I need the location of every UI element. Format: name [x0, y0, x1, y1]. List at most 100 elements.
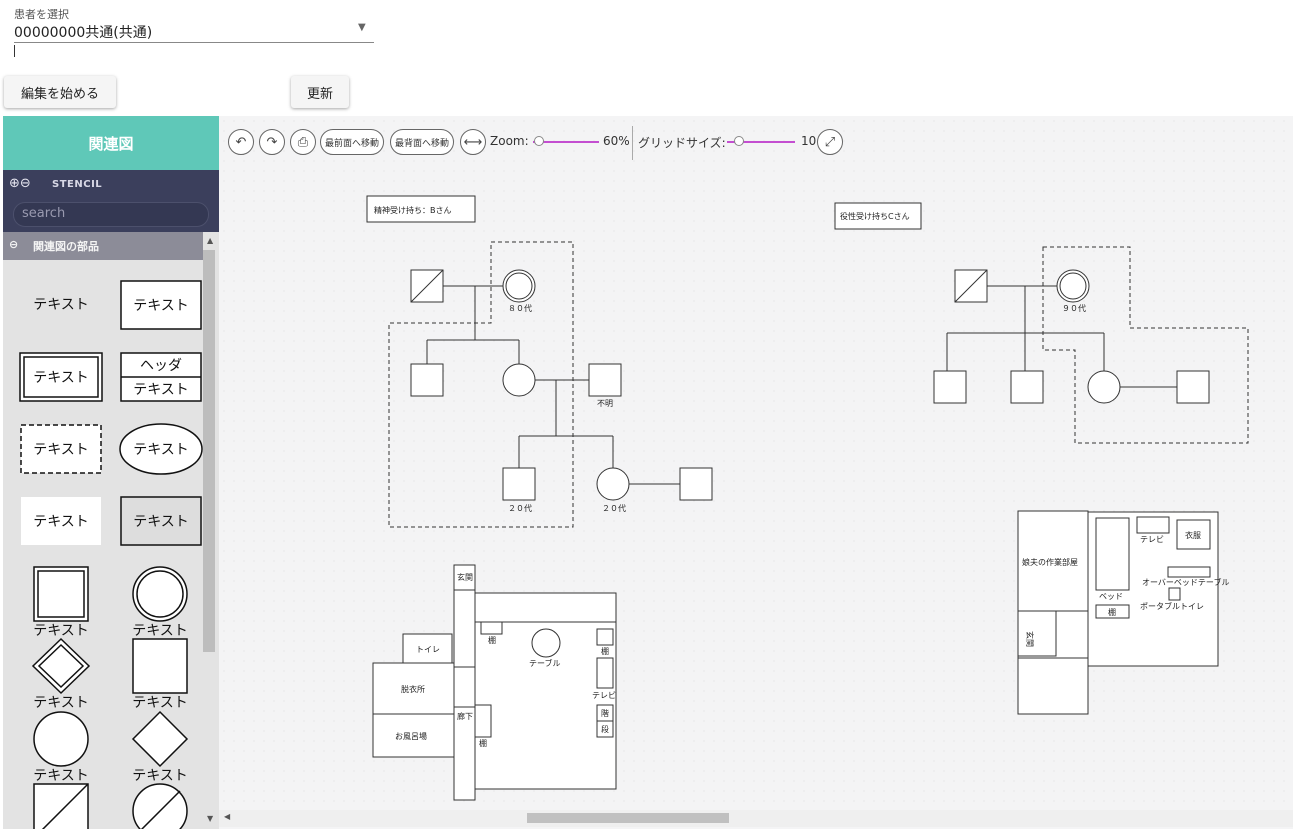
svg-text:テキスト: テキスト: [33, 695, 89, 711]
svg-text:８０代: ８０代: [508, 303, 532, 313]
label-box-b[interactable]: 精神受け持ち：Bさん: [366, 195, 476, 223]
svg-text:テキスト: テキスト: [133, 382, 189, 398]
scroll-left-icon[interactable]: ◀: [224, 812, 230, 821]
svg-text:ポータブルトイレ: ポータブルトイレ: [1140, 601, 1204, 611]
genogram-male-20s[interactable]: ２０代: [502, 467, 536, 513]
stencil-double-square[interactable]: テキスト: [33, 566, 89, 639]
svg-text:玄関: 玄関: [457, 572, 473, 582]
svg-text:不明: 不明: [597, 399, 613, 408]
stencil-title: STENCIL: [52, 179, 103, 190]
chevron-down-icon[interactable]: ▼: [358, 22, 366, 33]
start-edit-button[interactable]: 編集を始める: [4, 76, 116, 108]
stencil-double-box[interactable]: テキスト: [19, 352, 103, 402]
stencil-text-box[interactable]: テキスト: [120, 280, 202, 330]
label-box-c[interactable]: 役性受け持ちCさん: [834, 202, 922, 230]
svg-text:棚: 棚: [601, 646, 609, 656]
update-button[interactable]: 更新: [291, 76, 349, 108]
stencil-double-diamond[interactable]: テキスト: [31, 637, 91, 711]
group-title: 関連図の部品: [33, 240, 99, 253]
genogram-male-unknown[interactable]: 不明: [588, 363, 622, 408]
svg-text:テキスト: テキスト: [132, 623, 188, 639]
redo-icon[interactable]: ↷: [259, 129, 285, 155]
svg-text:９０代: ９０代: [1062, 303, 1086, 313]
genogram-female-right[interactable]: [1087, 370, 1121, 404]
svg-text:棚: 棚: [1108, 607, 1116, 617]
genogram-male-right3[interactable]: [1176, 370, 1210, 404]
genogram-male-partner[interactable]: [679, 467, 713, 501]
zoom-label: Zoom:: [490, 134, 529, 148]
scroll-up-icon[interactable]: ▲: [207, 236, 213, 245]
stencil-diamond[interactable]: テキスト: [131, 710, 189, 784]
sidebar-scroll-thumb[interactable]: [203, 250, 215, 652]
svg-text:娘夫の作業部屋: 娘夫の作業部屋: [1022, 557, 1078, 567]
scroll-down-icon[interactable]: ▼: [207, 814, 213, 823]
svg-text:テキスト: テキスト: [33, 768, 89, 784]
toolbar-separator: [632, 126, 633, 160]
svg-text:テキスト: テキスト: [132, 695, 188, 711]
svg-text:玄関: 玄関: [1025, 631, 1035, 647]
stencil-double-circle[interactable]: テキスト: [132, 566, 188, 639]
svg-text:テキスト: テキスト: [133, 514, 189, 530]
svg-text:テキスト: テキスト: [132, 768, 188, 784]
genogram-male-deceased-right[interactable]: [954, 269, 988, 303]
stencil-dashed-box[interactable]: テキスト: [20, 424, 102, 474]
patient-select-label: 患者を選択: [14, 8, 69, 21]
svg-text:テキスト: テキスト: [33, 623, 89, 639]
genogram-male-deceased[interactable]: [410, 269, 444, 303]
stencil-white-box[interactable]: テキスト: [21, 497, 101, 545]
svg-text:脱衣所: 脱衣所: [401, 684, 425, 694]
svg-text:テレビ: テレビ: [592, 691, 616, 700]
text-caret: [14, 45, 15, 57]
sidebar-title: 関連図: [3, 116, 219, 170]
genogram-male-right1[interactable]: [933, 370, 967, 404]
fit-width-icon[interactable]: ⟷: [460, 129, 486, 155]
svg-text:ベッド: ベッド: [1099, 592, 1123, 601]
genogram-female-20s[interactable]: ２０代: [596, 467, 630, 513]
diagram-toolbar: ↶ ↷ ⎙ 最前面へ移動 最背面へ移動 ⟷ Zoom: 60% グリッドサイズ:…: [219, 116, 1293, 170]
floorplan-1[interactable]: 玄関 トイレ 脱衣所 お風呂場 廊下 棚 棚 棚 テーブル テレビ 階 段: [372, 564, 617, 801]
undo-icon[interactable]: ↶: [228, 129, 254, 155]
stencil-deceased-circle[interactable]: [132, 783, 188, 829]
print-icon[interactable]: ⎙: [290, 129, 316, 155]
stencil-circle[interactable]: テキスト: [33, 711, 89, 784]
patient-header: 患者を選択 00000000共通(共通) ▼ 編集を始める 更新: [0, 0, 1293, 116]
grid-size-label: グリッドサイズ:: [638, 136, 726, 150]
collapse-icon[interactable]: ⊖: [9, 238, 18, 251]
svg-text:廊下: 廊下: [457, 711, 473, 721]
patient-select[interactable]: 00000000共通(共通): [14, 22, 152, 42]
diagram-content[interactable]: 精神受け持ち：Bさん 役性受け持ちCさん ８０代 不明 ２０代 ２０代 ９０代 …: [219, 170, 1293, 813]
canvas-horizontal-scrollbar[interactable]: ◀: [219, 810, 1293, 827]
bring-to-front-button[interactable]: 最前面へ移動: [320, 129, 385, 155]
floorplan-2[interactable]: 娘夫の作業部屋 玄関 ベッド 棚 テレビ 衣服 オーバーベッドテーブル ポータブ…: [1017, 510, 1229, 715]
genogram-female[interactable]: [502, 363, 536, 397]
expand-collapse-icons[interactable]: ⊕⊖: [9, 176, 31, 191]
genogram-female-80s[interactable]: ８０代: [502, 269, 536, 313]
stencil-sidebar: 関連図 ⊕⊖ STENCIL search ⊖ 関連図の部品 テキスト テキスト…: [3, 116, 219, 829]
svg-text:テーブル: テーブル: [529, 658, 561, 668]
send-to-back-button[interactable]: 最背面へ移動: [390, 129, 455, 155]
stencil-ellipse[interactable]: テキスト: [119, 423, 203, 475]
grid-size-slider-knob[interactable]: [734, 136, 744, 146]
zoom-slider-knob[interactable]: [534, 136, 544, 146]
genogram-male[interactable]: [410, 363, 444, 397]
stencil-group-header[interactable]: ⊖ 関連図の部品: [3, 232, 219, 260]
svg-text:トイレ: トイレ: [416, 645, 440, 654]
genogram-male-right2[interactable]: [1010, 370, 1044, 404]
fullscreen-icon[interactable]: ⤢: [817, 129, 843, 155]
svg-text:テレビ: テレビ: [1140, 535, 1164, 544]
stencil-header-box[interactable]: ヘッダ テキスト: [120, 352, 202, 402]
svg-text:精神受け持ち：Bさん: 精神受け持ち：Bさん: [374, 205, 452, 215]
stencil-deceased-square[interactable]: [33, 783, 89, 829]
svg-text:ヘッダ: ヘッダ: [140, 358, 182, 374]
stencil-square[interactable]: テキスト: [132, 638, 188, 711]
svg-text:テキスト: テキスト: [133, 298, 189, 314]
stencil-gray-box[interactable]: テキスト: [120, 496, 202, 546]
horizontal-scroll-thumb[interactable]: [527, 813, 729, 823]
stencil-text-plain[interactable]: テキスト: [33, 297, 89, 313]
genogram-female-90s[interactable]: ９０代: [1056, 269, 1090, 313]
svg-text:棚: 棚: [488, 635, 496, 645]
svg-text:２０代: ２０代: [602, 503, 626, 513]
svg-text:階: 階: [601, 708, 609, 718]
svg-text:お風呂場: お風呂場: [395, 731, 427, 741]
stencil-search-input[interactable]: search: [13, 202, 209, 227]
